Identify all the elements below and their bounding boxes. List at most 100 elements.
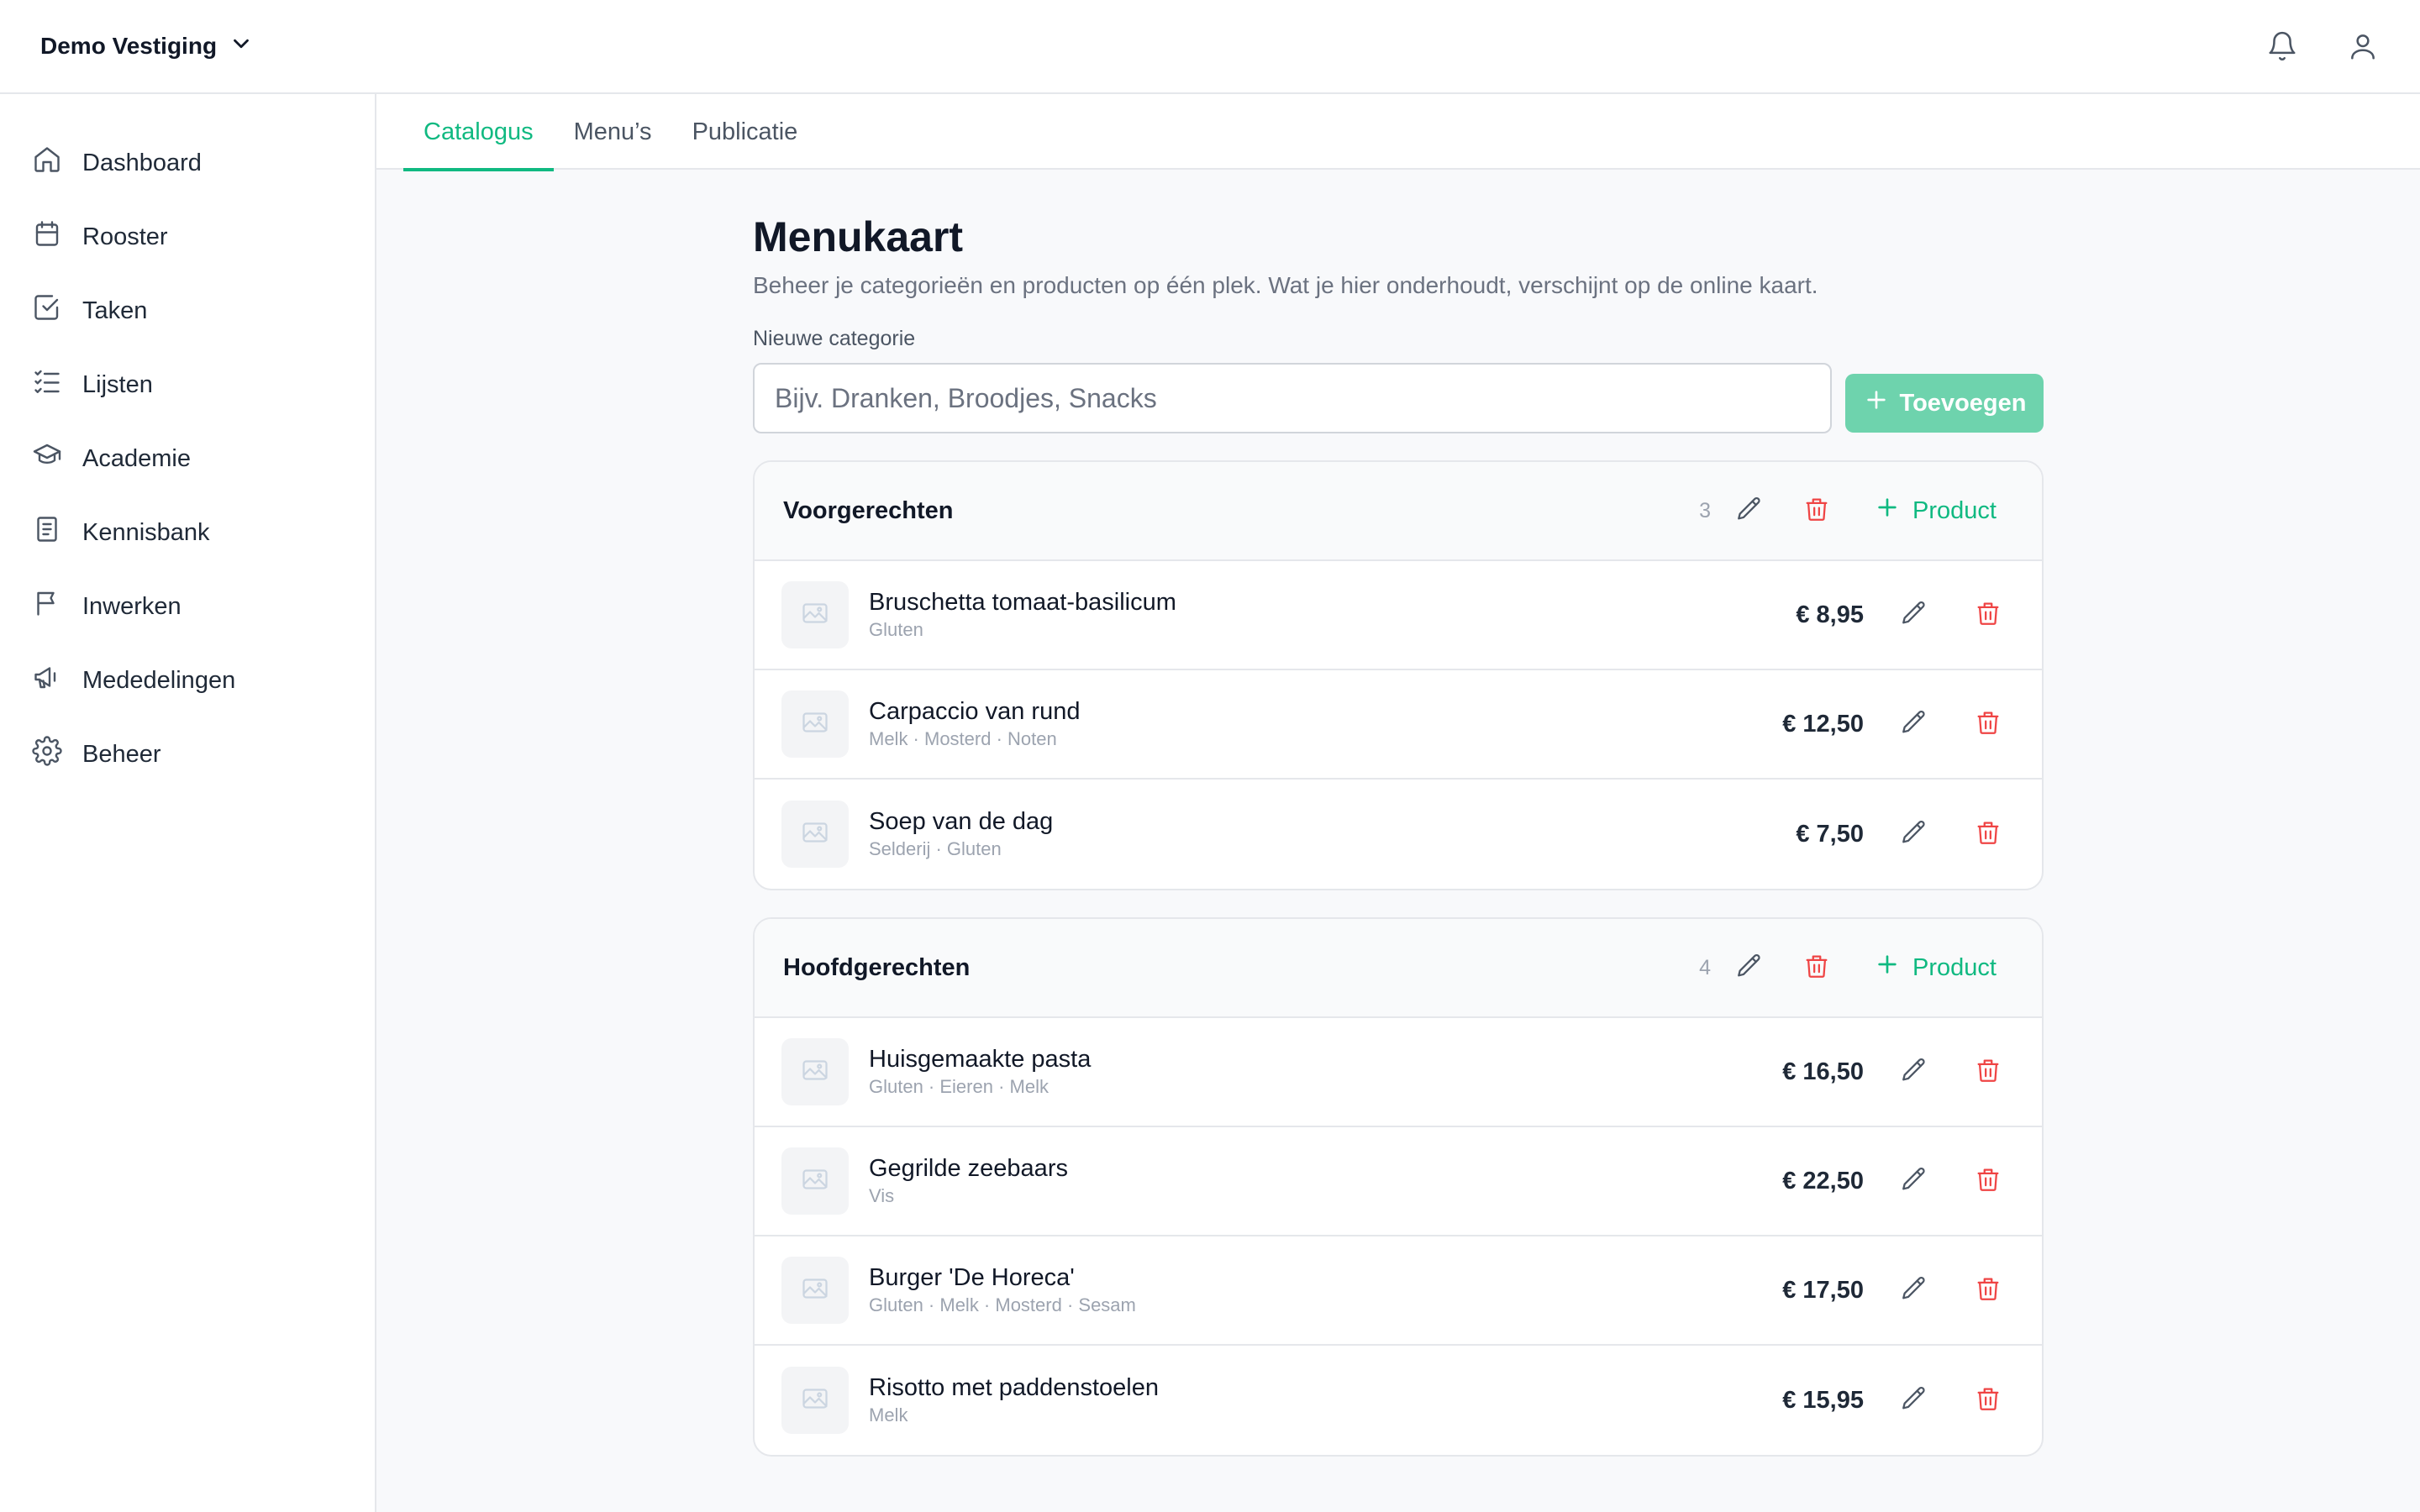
tab-bar: Catalogus Menu’s Publicatie [376,94,2420,171]
sidebar-item-rooster[interactable]: Rooster [0,200,375,274]
delete-product-button[interactable] [1971,598,2005,632]
book-icon [32,514,62,551]
product-thumbnail[interactable] [781,801,849,868]
product-name: Risotto met paddenstoelen [869,1374,1159,1401]
branch-name: Demo Vestiging [40,33,218,59]
product-name: Bruschetta tomaat-basilicum [869,589,1176,616]
product-allergens: Vis [869,1185,895,1206]
product-thumbnail[interactable] [781,581,849,648]
delete-product-button[interactable] [1971,1055,2005,1089]
image-icon [800,1164,830,1199]
delete-category-button[interactable] [1800,951,1833,984]
edit-product-button[interactable] [1897,598,1931,632]
new-category-input[interactable] [753,363,1832,433]
sidebar-item-taken[interactable]: Taken [0,274,375,348]
delete-product-button[interactable] [1971,1273,2005,1307]
product-row[interactable]: Risotto met paddenstoelen Melk € 15,95 [755,1346,2042,1455]
product-row[interactable]: Bruschetta tomaat-basilicum Gluten € 8,9… [755,561,2042,670]
new-category-label: Nieuwe categorie [753,327,916,350]
plus-icon [1874,951,1901,984]
bell-icon[interactable] [2265,29,2299,63]
edit-product-button[interactable] [1897,1273,1931,1307]
delete-product-button[interactable] [1971,1383,2005,1417]
product-row[interactable]: Soep van de dag Selderij · Gluten € 7,50 [755,780,2042,889]
sidebar-item-label: Kennisbank [82,518,210,546]
tab-publicatie[interactable]: Publicatie [672,94,818,170]
sidebar-item-label: Lijsten [82,370,153,398]
user-icon[interactable] [2346,29,2380,63]
edit-product-button[interactable] [1897,1055,1931,1089]
edit-category-button[interactable] [1733,951,1766,984]
product-row[interactable]: Carpaccio van rund Melk · Mosterd · Note… [755,670,2042,780]
edit-product-button[interactable] [1897,707,1931,741]
image-icon [800,817,830,852]
sidebar-item-label: Taken [82,297,148,324]
add-category-label: Toevoegen [1899,389,2027,417]
category-header: Hoofdgerechten 4 Product [755,919,2042,1018]
plus-icon [1874,494,1901,528]
product-row[interactable]: Huisgemaakte pasta Gluten · Eieren · Mel… [755,1018,2042,1127]
product-price: € 7,50 [1796,820,1864,848]
product-thumbnail[interactable] [781,1147,849,1215]
gear-icon [32,736,62,773]
graduation-cap-icon [32,440,62,477]
sidebar-item-academie[interactable]: Academie [0,422,375,496]
edit-category-button[interactable] [1733,494,1766,528]
add-product-button[interactable]: Product [1874,951,1996,984]
sidebar-item-mededelingen[interactable]: Mededelingen [0,643,375,717]
sidebar-item-dashboard[interactable]: Dashboard [0,126,375,200]
add-product-button[interactable]: Product [1874,494,1996,528]
sidebar-item-label: Inwerken [82,592,182,620]
product-price: € 8,95 [1796,601,1864,628]
product-name: Carpaccio van rund [869,698,1081,725]
branch-selector[interactable]: Demo Vestiging [40,31,254,62]
product-thumbnail[interactable] [781,690,849,758]
product-allergens: Gluten · Melk · Mosterd · Sesam [869,1294,1136,1315]
image-icon [800,1273,830,1308]
sidebar-item-label: Dashboard [82,149,202,176]
product-row[interactable]: Gegrilde zeebaars Vis € 22,50 [755,1127,2042,1236]
trash-icon [1974,1056,2002,1089]
add-product-label: Product [1912,496,1996,524]
list-icon [32,366,62,403]
category-header: Voorgerechten 3 Product [755,462,2042,561]
delete-product-button[interactable] [1971,817,2005,851]
category-name: Hoofdgerechten [783,953,971,981]
product-allergens: Gluten · Eieren · Melk [869,1076,1049,1097]
top-bar: Demo Vestiging [0,0,2420,94]
product-thumbnail[interactable] [781,1038,849,1105]
tab-catalogus[interactable]: Catalogus [403,94,554,171]
edit-product-button[interactable] [1897,1164,1931,1198]
pencil-icon [1900,818,1928,851]
trash-icon [1974,818,2002,851]
trash-icon [1974,708,2002,741]
product-name: Gegrilde zeebaars [869,1155,1068,1182]
delete-product-button[interactable] [1971,707,2005,741]
sidebar-item-inwerken[interactable]: Inwerken [0,570,375,643]
image-icon [800,1383,830,1418]
pencil-icon [1900,1384,1928,1417]
edit-product-button[interactable] [1897,817,1931,851]
product-thumbnail[interactable] [781,1257,849,1324]
add-category-button[interactable]: Toevoegen [1845,374,2044,433]
megaphone-icon [32,662,62,699]
sidebar-item-kennisbank[interactable]: Kennisbank [0,496,375,570]
sidebar-item-lijsten[interactable]: Lijsten [0,348,375,422]
product-thumbnail[interactable] [781,1367,849,1434]
pencil-icon [1900,599,1928,632]
flag-icon [32,588,62,625]
home-icon [32,144,62,181]
tab-menus[interactable]: Menu’s [554,94,672,170]
pencil-icon [1900,1274,1928,1307]
edit-product-button[interactable] [1897,1383,1931,1417]
pencil-icon [1900,708,1928,741]
category-count: 3 [1699,498,1712,522]
main-content: Menukaart Beheer je categorieën en produ… [753,170,2044,1457]
pencil-icon [1735,952,1764,984]
pencil-icon [1735,495,1764,528]
sidebar-item-beheer[interactable]: Beheer [0,717,375,791]
product-row[interactable]: Burger 'De Horeca' Gluten · Melk · Moste… [755,1236,2042,1346]
product-name: Huisgemaakte pasta [869,1046,1092,1073]
delete-category-button[interactable] [1800,494,1833,528]
delete-product-button[interactable] [1971,1164,2005,1198]
